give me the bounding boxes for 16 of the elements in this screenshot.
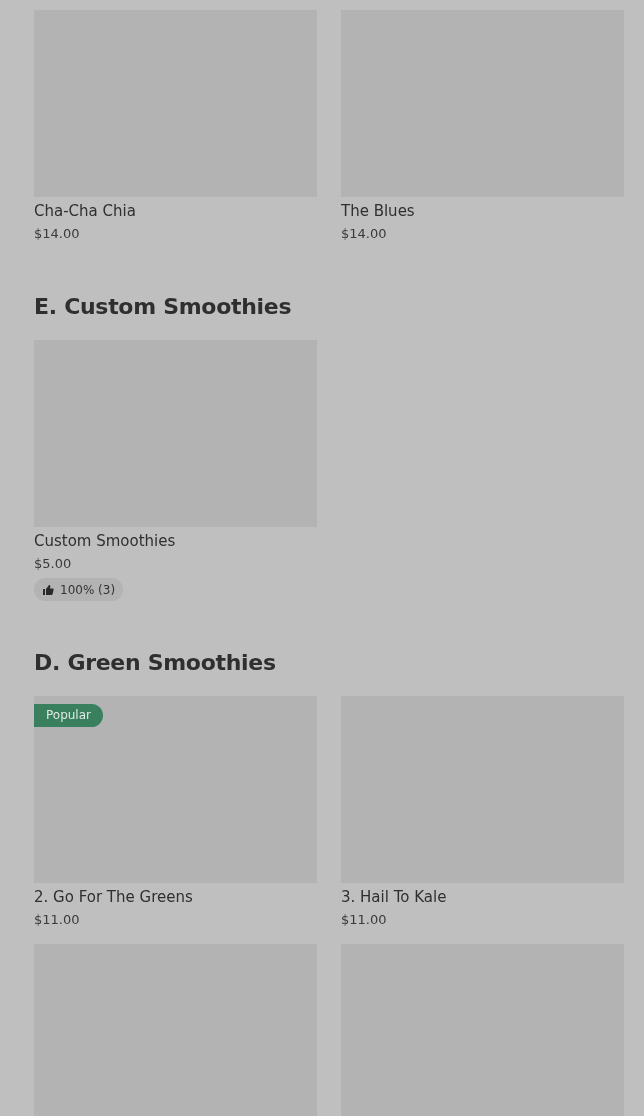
item-price: $14.00	[341, 225, 387, 243]
item-price: $14.00	[34, 225, 80, 243]
item-name[interactable]: 2. Go For The Greens	[34, 885, 193, 909]
rating-text: 100% (3)	[60, 582, 116, 597]
section-heading: E. Custom Smoothies	[34, 293, 293, 321]
item-price: $11.00	[341, 911, 387, 929]
thumbs-up-icon	[42, 583, 54, 596]
item-name[interactable]: The Blues	[341, 199, 415, 223]
item-name[interactable]: Cha-Cha Chia	[34, 199, 136, 223]
section-heading: D. Green Smoothies	[34, 649, 277, 677]
item-price: $5.00	[34, 555, 72, 573]
item-name[interactable]: Custom Smoothies	[34, 529, 176, 553]
popular-badge: Popular	[34, 704, 103, 727]
image-placeholder[interactable]	[34, 696, 317, 883]
item-price: $11.00	[34, 911, 80, 929]
item-name[interactable]: 3. Hail To Kale	[341, 885, 447, 909]
